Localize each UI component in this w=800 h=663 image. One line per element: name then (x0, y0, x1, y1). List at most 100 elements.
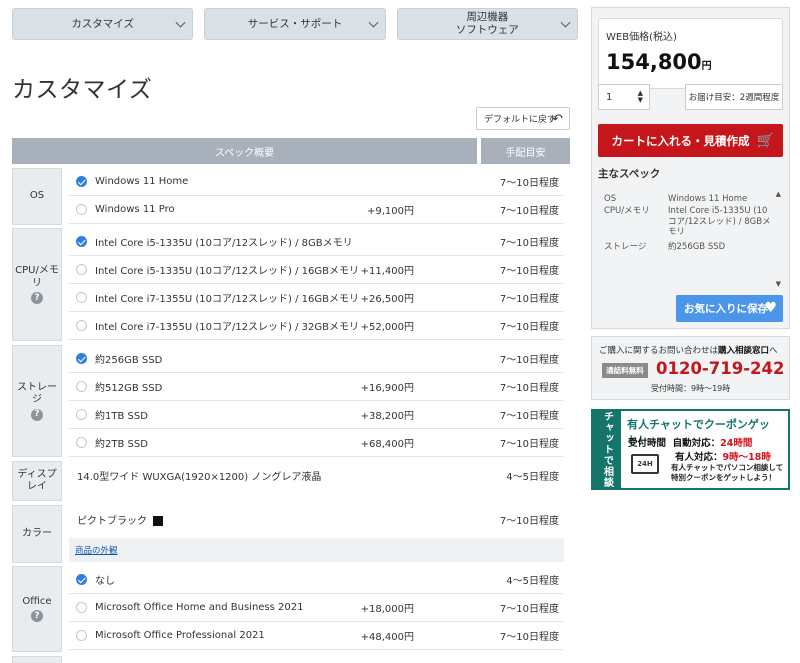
section-color: カラー ピクトブラック 7〜10日程度 商品の外観 (12, 505, 570, 563)
help-icon[interactable]: ? (31, 610, 43, 623)
option-storage-4[interactable]: 約2TB SSD +68,400円 7〜10日程度 (69, 429, 564, 457)
option-cpu-2[interactable]: Intel Core i5-1335U (10コア/12スレッド) / 16GB… (69, 256, 564, 284)
option-name: Microsoft Office Home and Business 2021 (95, 602, 304, 613)
main-spec-key: OS (604, 194, 617, 204)
main-spec-key: ストレージ (604, 242, 647, 252)
option-lead: 7〜10日程度 (499, 266, 559, 277)
radio-checked-icon[interactable] (76, 236, 87, 247)
option-name: Windows 11 Pro (95, 204, 175, 215)
nav-service-support[interactable]: サービス・サポート (204, 8, 386, 40)
section-label-text: CPU/メモリ (15, 265, 59, 289)
scroll-up-icon[interactable]: ▲ (776, 190, 781, 198)
section-label-os: OS (12, 168, 62, 225)
section-label-color: カラー (12, 505, 62, 563)
option-price: +48,400円 (360, 632, 414, 643)
reset-default-button[interactable]: デフォルトに戻す ↶ (476, 107, 570, 130)
price-box: WEB価格(税込) 154,800円 1 ▲ ▼ お届け目安：2週間程度 カートに… (591, 7, 790, 329)
option-price: +18,000円 (360, 604, 414, 615)
radio-icon[interactable] (76, 602, 87, 613)
option-lead: 7〜10日程度 (499, 632, 559, 643)
stepper-icon: ▲ ▼ (637, 89, 643, 104)
option-lead: 7〜10日程度 (499, 439, 559, 450)
option-office-1[interactable]: なし 4〜5日程度 (69, 566, 564, 594)
option-price: +16,900円 (360, 383, 414, 394)
price-value: 154,800 (606, 50, 702, 74)
chevron-down-icon (368, 17, 379, 28)
chat-hours-label: 受付時間 (628, 438, 667, 449)
reset-default-label: デフォルトに戻す (484, 115, 557, 125)
color-lead: 7〜10日程度 (499, 515, 559, 527)
section-label-text: Office (22, 595, 52, 607)
phone-number[interactable]: 0120-719-242 (656, 359, 785, 378)
chat-auto-hours: 24時間 (720, 438, 753, 449)
option-cpu-4[interactable]: Intel Core i7-1355U (10コア/12スレッド) / 32GB… (69, 312, 564, 340)
save-favorite-button[interactable]: お気に入りに保存 ♥ (676, 295, 783, 322)
radio-icon[interactable] (76, 437, 87, 448)
add-to-cart-label: カートに入れる・見積作成 (611, 133, 750, 148)
main-spec-key: CPU/メモリ (604, 206, 650, 216)
price-label: WEB価格(税込) (606, 32, 677, 43)
option-lead: 7〜10日程度 (499, 604, 559, 615)
option-lead: 7〜10日程度 (499, 294, 559, 305)
nav-service-label: サービス・サポート (247, 17, 343, 30)
radio-icon[interactable] (76, 409, 87, 420)
display-lead: 4〜5日程度 (506, 471, 559, 483)
option-name: Microsoft Office Professional 2021 (95, 630, 265, 641)
radio-icon[interactable] (76, 630, 87, 641)
section-storage: ストレージ ? 約256GB SSD 7〜10日程度 約512GB SSD +1… (12, 345, 570, 457)
section-label-cpu: CPU/メモリ ? (12, 228, 62, 341)
help-icon[interactable]: ? (31, 292, 43, 304)
chat-auto-label: 自動対応： (672, 438, 721, 449)
section-display: ディスプレイ 14.0型ワイド WUXGA(1920×1200) ノングレア液晶… (12, 461, 570, 501)
nav-customize-label: カスタマイズ (71, 17, 134, 30)
nav-peripherals[interactable]: 周辺機器 ソフトウェア (396, 8, 578, 40)
chat-banner[interactable]: チャットで相談 有人チャットでクーポンゲット！ 受付時間 自動対応：24時間 有… (591, 409, 790, 490)
radio-icon[interactable] (76, 292, 87, 303)
scroll-down-icon[interactable]: ▼ (776, 280, 781, 288)
cart-icon: 🛒 (756, 133, 774, 149)
section-label-text: ストレージ (17, 381, 57, 406)
option-storage-3[interactable]: 約1TB SSD +38,200円 7〜10日程度 (69, 401, 564, 429)
radio-checked-icon[interactable] (76, 176, 87, 187)
spec-column-header: スペック概要 (12, 138, 477, 164)
consult-link[interactable]: 購入相談窓口 (718, 346, 769, 356)
option-os-2[interactable]: Windows 11 Pro +9,100円 7〜10日程度 (69, 196, 564, 224)
option-cpu-1[interactable]: Intel Core i5-1335U (10コア/12スレッド) / 8GBメ… (69, 228, 564, 256)
nav-customize[interactable]: カスタマイズ (12, 8, 194, 40)
add-to-cart-button[interactable]: カートに入れる・見積作成 🛒 (598, 124, 783, 157)
radio-checked-icon[interactable] (76, 574, 87, 585)
page-title: カスタマイズ (12, 77, 153, 103)
appearance-link[interactable]: 商品の外観 (75, 544, 118, 556)
radio-checked-icon[interactable] (76, 353, 87, 364)
chat-human-label: 有人対応： (675, 452, 723, 463)
option-price: +11,400円 (360, 266, 414, 277)
section-label-next (12, 656, 62, 663)
chat-human-hours: 9時〜18時 (722, 452, 771, 463)
option-name: 約1TB SSD (95, 411, 148, 422)
option-office-2[interactable]: Microsoft Office Home and Business 2021 … (69, 594, 564, 622)
price-card: WEB価格(税込) 154,800円 (598, 18, 783, 89)
display-value-row: 14.0型ワイド WUXGA(1920×1200) ノングレア液晶 4〜5日程度 (69, 461, 564, 489)
option-os-1[interactable]: Windows 11 Home 7〜10日程度 (69, 168, 564, 196)
radio-icon[interactable] (76, 204, 87, 215)
section-cpu: CPU/メモリ ? Intel Core i5-1335U (10コア/12スレ… (12, 228, 570, 341)
pc-24h-icon: 24H (631, 454, 659, 474)
option-price: +68,400円 (360, 439, 414, 450)
undo-icon: ↶ (552, 112, 563, 127)
chat-hours-row: 受付時間 自動対応：24時間 (628, 435, 752, 449)
radio-icon[interactable] (76, 320, 87, 331)
option-storage-1[interactable]: 約256GB SSD 7〜10日程度 (69, 345, 564, 373)
help-icon[interactable]: ? (31, 408, 43, 421)
price-value-wrap: 154,800円 (606, 50, 712, 74)
price-unit: 円 (701, 61, 712, 72)
quantity-select[interactable]: 1 ▲ ▼ (598, 84, 650, 110)
option-office-3[interactable]: Microsoft Office Professional 2021 +48,4… (69, 622, 564, 650)
main-spec-list[interactable]: OS Windows 11 Home CPU/メモリ Intel Core i5… (598, 182, 781, 288)
option-price: +26,500円 (360, 294, 414, 305)
radio-icon[interactable] (76, 264, 87, 275)
radio-icon[interactable] (76, 381, 87, 392)
option-cpu-3[interactable]: Intel Core i7-1355U (10コア/12スレッド) / 16GB… (69, 284, 564, 312)
option-storage-2[interactable]: 約512GB SSD +16,900円 7〜10日程度 (69, 373, 564, 401)
option-price: +52,000円 (360, 322, 414, 333)
main-spec-value: Intel Core i5-1335U (10コア/12スレッド) / 8GBメ… (668, 206, 771, 238)
